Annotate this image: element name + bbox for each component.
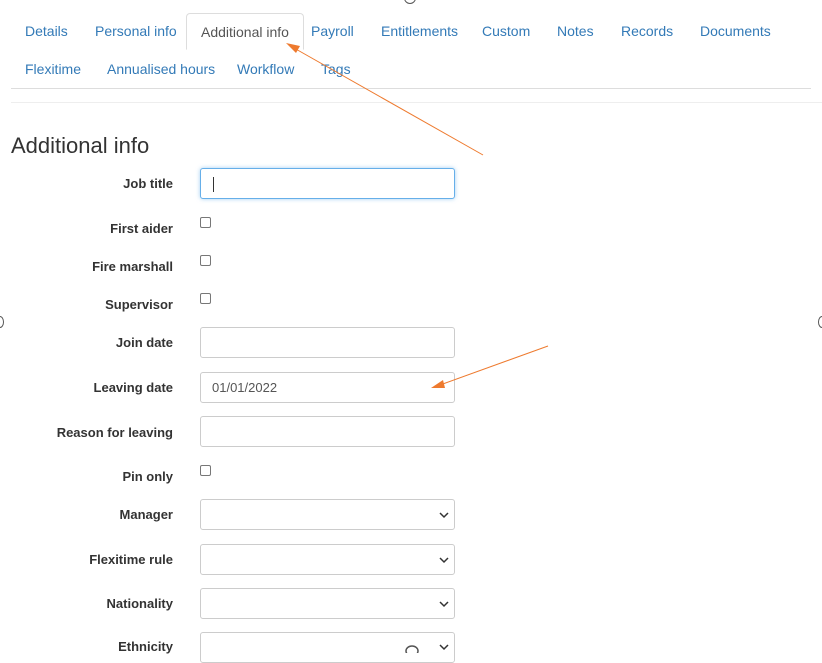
supervisor-checkbox[interactable] [200, 293, 211, 304]
pin-only-label: Pin only [122, 469, 173, 484]
chevron-down-icon [439, 512, 449, 519]
chevron-down-icon [439, 557, 449, 564]
first-aider-checkbox[interactable] [200, 217, 211, 228]
leaving-date-input[interactable]: 01/01/2022 [200, 372, 455, 403]
tab-records[interactable]: Records [607, 13, 687, 49]
first-aider-label: First aider [110, 221, 173, 236]
tab-payroll[interactable]: Payroll [297, 13, 368, 49]
tab-notes[interactable]: Notes [543, 13, 608, 49]
manager-label: Manager [119, 507, 173, 522]
tab-entitlements[interactable]: Entitlements [367, 13, 472, 49]
resize-handle-right-icon [818, 316, 822, 328]
tab-annualised-hours[interactable]: Annualised hours [93, 51, 229, 87]
nationality-label: Nationality [106, 596, 173, 611]
manager-select[interactable] [200, 499, 455, 530]
reason-for-leaving-label: Reason for leaving [56, 425, 173, 440]
tab-personal-info[interactable]: Personal info [81, 13, 191, 49]
resize-handle-top-icon [404, 0, 416, 4]
ethnicity-label: Ethnicity [118, 639, 173, 654]
tab-flexitime[interactable]: Flexitime [11, 51, 95, 87]
tab-tags[interactable]: Tags [307, 51, 365, 87]
tab-custom[interactable]: Custom [468, 13, 544, 49]
resize-handle-left-icon [0, 316, 4, 328]
job-title-label: Job title [123, 176, 173, 191]
job-title-input[interactable] [200, 168, 455, 199]
annotation-arrow-leaving-date [439, 345, 549, 386]
text-cursor [213, 177, 214, 192]
section-divider [11, 102, 822, 103]
tab-details[interactable]: Details [11, 13, 82, 49]
tab-documents[interactable]: Documents [686, 13, 785, 49]
chevron-down-icon [439, 601, 449, 608]
tab-bar: Details Personal info Additional info Pa… [11, 13, 811, 89]
fire-marshall-checkbox[interactable] [200, 255, 211, 266]
ethnicity-select[interactable] [200, 632, 455, 663]
resize-handle-icon [405, 645, 419, 653]
join-date-label: Join date [115, 335, 173, 350]
flexitime-rule-select[interactable] [200, 544, 455, 575]
nationality-select[interactable] [200, 588, 455, 619]
flexitime-rule-label: Flexitime rule [89, 552, 173, 567]
tab-workflow[interactable]: Workflow [223, 51, 308, 87]
tab-additional-info[interactable]: Additional info [186, 13, 304, 50]
page-title: Additional info [11, 133, 150, 158]
fire-marshall-label: Fire marshall [92, 259, 173, 274]
supervisor-label: Supervisor [105, 297, 173, 312]
leaving-date-label: Leaving date [93, 380, 173, 395]
reason-for-leaving-input[interactable] [200, 416, 455, 447]
join-date-input[interactable] [200, 327, 455, 358]
pin-only-checkbox[interactable] [200, 465, 211, 476]
